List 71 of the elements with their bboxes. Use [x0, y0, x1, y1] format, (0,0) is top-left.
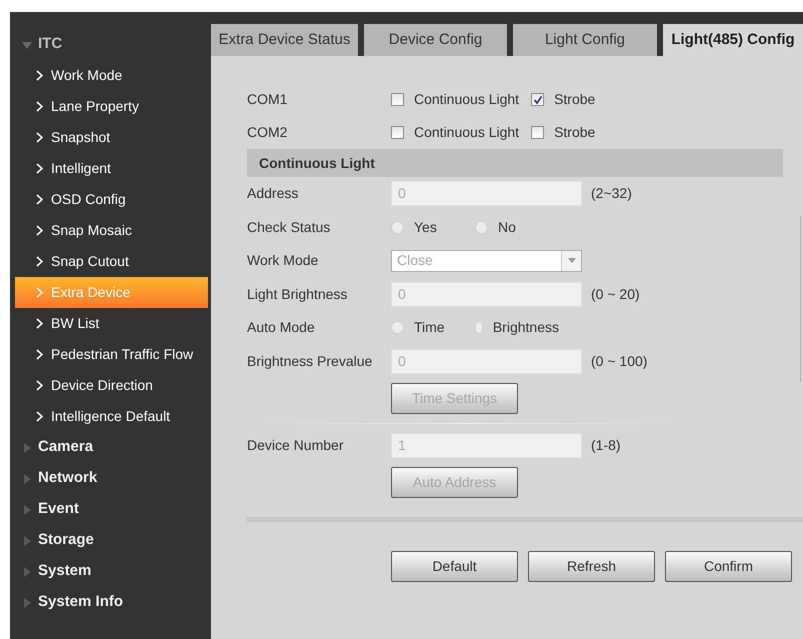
expand-arrow-icon[interactable] [22, 442, 32, 452]
range-hint: (0 ~ 20) [591, 284, 640, 304]
chevron-icon [36, 287, 43, 298]
sidebar-group[interactable]: ITC [38, 33, 62, 56]
sidebar-item[interactable]: OSD Config [15, 184, 208, 215]
option-label: Continuous Light [414, 90, 520, 109]
field-label: COM2 [247, 123, 288, 142]
tab[interactable]: Device Config [364, 24, 507, 56]
checkbox[interactable] [391, 93, 404, 106]
option-label: Strobe [554, 123, 596, 142]
expand-arrow-icon[interactable] [22, 474, 32, 484]
chevron-icon [36, 318, 43, 329]
tab[interactable]: Light Config [513, 24, 657, 56]
chevron-icon [36, 349, 43, 360]
expand-arrow-icon[interactable] [22, 536, 32, 546]
chevron-icon [36, 225, 43, 236]
sidebar-group[interactable]: Storage [38, 529, 94, 552]
section-header: Continuous Light [247, 149, 783, 177]
field-label: Work Mode [247, 251, 320, 270]
sidebar-group[interactable]: Camera [38, 436, 94, 459]
option-label: Continuous Light [414, 123, 520, 142]
option-label: Time [414, 318, 445, 338]
range-hint: (2~32) [591, 184, 632, 204]
sidebar-item[interactable]: Snapshot [15, 122, 208, 153]
field-label: Brightness Prevalue [247, 352, 374, 371]
chevron-icon [36, 163, 43, 174]
expand-arrow-icon[interactable] [22, 598, 32, 608]
chevron-icon [36, 132, 43, 143]
sidebar-item[interactable]: Pedestrian Traffic Flow [15, 339, 208, 370]
scrollbar[interactable] [800, 216, 801, 382]
chevron-icon [36, 380, 43, 391]
sidebar-group[interactable]: System [38, 560, 92, 583]
option-label: Yes [414, 218, 437, 237]
sidebar-item[interactable]: Lane Property [15, 91, 208, 122]
sidebar-group[interactable]: System Info [38, 591, 124, 614]
button[interactable]: Default [391, 550, 518, 582]
chevron-icon [36, 70, 43, 81]
range-hint: (1-8) [591, 436, 621, 456]
checkbox[interactable] [531, 126, 544, 139]
range-hint: (0 ~ 100) [591, 352, 648, 371]
sidebar-item[interactable]: Intelligent [15, 153, 208, 184]
checkbox[interactable] [531, 93, 544, 106]
field-label: COM1 [247, 90, 288, 109]
sidebar-item[interactable]: BW List [15, 308, 208, 339]
chevron-icon [36, 256, 43, 267]
option-label: Strobe [554, 90, 596, 109]
chevron-icon [36, 411, 43, 422]
option-label: Brightness [492, 318, 559, 338]
checkbox[interactable] [391, 126, 404, 139]
collapse-arrow-icon[interactable] [22, 40, 32, 50]
sidebar-item[interactable]: Work Mode [15, 60, 208, 91]
sidebar-item[interactable]: Intelligence Default [15, 401, 208, 432]
tab[interactable]: Extra Device Status [211, 24, 358, 56]
field-label: Device Number [247, 436, 344, 456]
sidebar-item[interactable]: Snap Cutout [15, 246, 208, 277]
button[interactable]: Refresh [528, 550, 655, 582]
field-label: Light Brightness [247, 284, 348, 304]
field-label: Address [247, 184, 300, 204]
option-label: No [498, 218, 516, 237]
expand-arrow-icon[interactable] [22, 504, 32, 514]
button[interactable]: Confirm [665, 550, 792, 582]
field-label: Check Status [247, 218, 332, 237]
expand-arrow-icon[interactable] [22, 566, 32, 576]
tab[interactable]: Light(485) Config [663, 24, 803, 56]
sidebar-group[interactable]: Network [38, 467, 98, 490]
sidebar-item[interactable]: Device Direction [15, 370, 208, 401]
chevron-icon [36, 194, 43, 205]
chevron-icon [36, 101, 43, 112]
field-label: Auto Mode [247, 318, 316, 338]
sidebar-group[interactable]: Event [38, 498, 79, 521]
sidebar-item[interactable]: Snap Mosaic [15, 215, 208, 246]
